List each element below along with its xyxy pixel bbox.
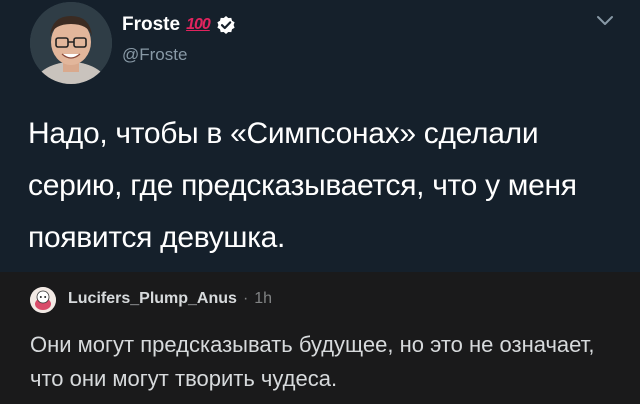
chevron-down-icon[interactable] — [596, 14, 614, 28]
reply-avatar[interactable] — [30, 287, 56, 313]
display-name[interactable]: Froste — [122, 14, 180, 36]
avatar[interactable] — [30, 2, 112, 84]
tweet-text: Надо, чтобы в «Симпсонах» сделали серию,… — [28, 117, 577, 254]
reply-username[interactable]: Lucifers_Plump_Anus — [68, 290, 237, 308]
author-row: Froste 100 — [122, 14, 236, 36]
reply-timestamp: 1h — [254, 290, 273, 307]
reply-text: Они могут предсказывать будущее, но это … — [30, 332, 595, 391]
reply-meta: Lucifers_Plump_Anus · 1h — [68, 290, 272, 308]
hundred-points-icon: 100 — [186, 16, 211, 33]
verified-badge-icon — [217, 16, 235, 34]
profile-photo — [30, 2, 112, 84]
snoo-avatar-icon — [30, 287, 56, 313]
meta-separator: · — [242, 290, 249, 307]
reply-comment: Lucifers_Plump_Anus · 1h Они могут предс… — [0, 272, 640, 404]
handle[interactable]: @Froste — [122, 45, 187, 65]
tweet-card: Froste 100 @Froste Надо, чтобы в «Симпсо… — [0, 0, 640, 272]
